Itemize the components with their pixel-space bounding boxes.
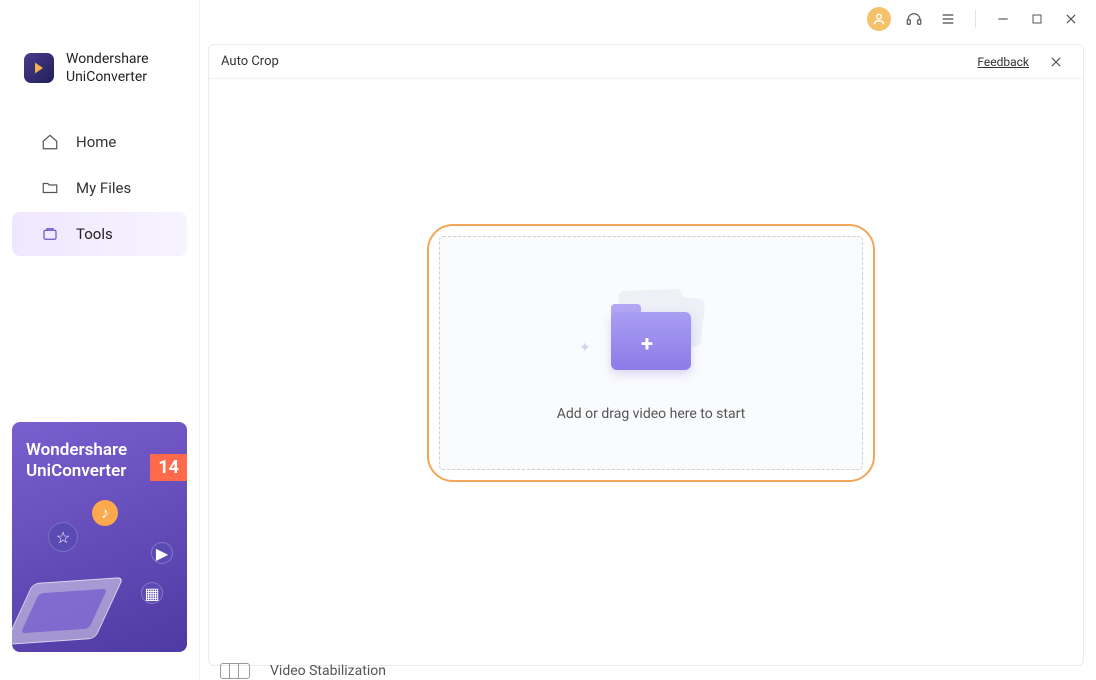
account-avatar-button[interactable] (867, 7, 891, 31)
add-file-graphic: + ✦ (571, 278, 731, 388)
panel-body: + ✦ Add or drag video here to start (209, 79, 1083, 665)
stabilization-icon (220, 663, 250, 679)
promo-play-icon: ▶ (151, 542, 173, 564)
tools-icon (40, 224, 60, 244)
promo-music-icon: ♪ (92, 500, 118, 526)
dropzone-label: Add or drag video here to start (557, 406, 746, 422)
feedback-link[interactable]: Feedback (977, 55, 1029, 69)
support-icon[interactable] (903, 8, 925, 30)
video-dropzone[interactable]: + ✦ Add or drag video here to start (427, 224, 875, 482)
sidebar-item-label: Tools (76, 225, 113, 243)
brand-line1: Wondershare (66, 50, 149, 68)
dropzone-inner: + ✦ Add or drag video here to start (439, 236, 863, 470)
sidebar-item-tools[interactable]: Tools (12, 212, 187, 256)
plus-icon: + (641, 332, 653, 357)
brand-line2: UniConverter (66, 68, 149, 86)
brand-text: Wondershare UniConverter (66, 50, 149, 86)
close-panel-button[interactable] (1045, 51, 1067, 73)
promo-version-badge: 14 (150, 454, 187, 481)
promo-tile-graphic (12, 577, 124, 645)
sidebar-nav: Home My Files Tools (0, 114, 199, 258)
background-tool-label: Video Stabilization (270, 663, 386, 679)
minimize-button[interactable] (992, 8, 1014, 30)
sidebar: Wondershare UniConverter Home My Files T… (0, 0, 200, 680)
sidebar-item-home[interactable]: Home (12, 120, 187, 164)
panel-title: Auto Crop (221, 54, 279, 69)
maximize-button[interactable] (1026, 8, 1048, 30)
promo-star-icon: ☆ (48, 522, 78, 552)
promo-film-icon: ▦ (141, 582, 163, 604)
divider (975, 10, 976, 28)
app-logo-icon (24, 53, 54, 83)
promo-card[interactable]: Wondershare UniConverter 14 ♪ ☆ ▶ ▦ (12, 422, 187, 652)
main-panel: Auto Crop Feedback + ✦ Add or drag video… (208, 44, 1084, 666)
home-icon (40, 132, 60, 152)
sidebar-item-label: My Files (76, 179, 131, 197)
sidebar-item-myfiles[interactable]: My Files (12, 166, 187, 210)
panel-header: Auto Crop Feedback (209, 45, 1083, 79)
brand: Wondershare UniConverter (0, 0, 199, 114)
folder-icon (40, 178, 60, 198)
close-window-button[interactable] (1060, 8, 1082, 30)
sidebar-item-label: Home (76, 133, 116, 151)
background-tool-card[interactable]: Video Stabilization (220, 662, 386, 680)
window-controls (867, 0, 1096, 38)
menu-icon[interactable] (937, 8, 959, 30)
